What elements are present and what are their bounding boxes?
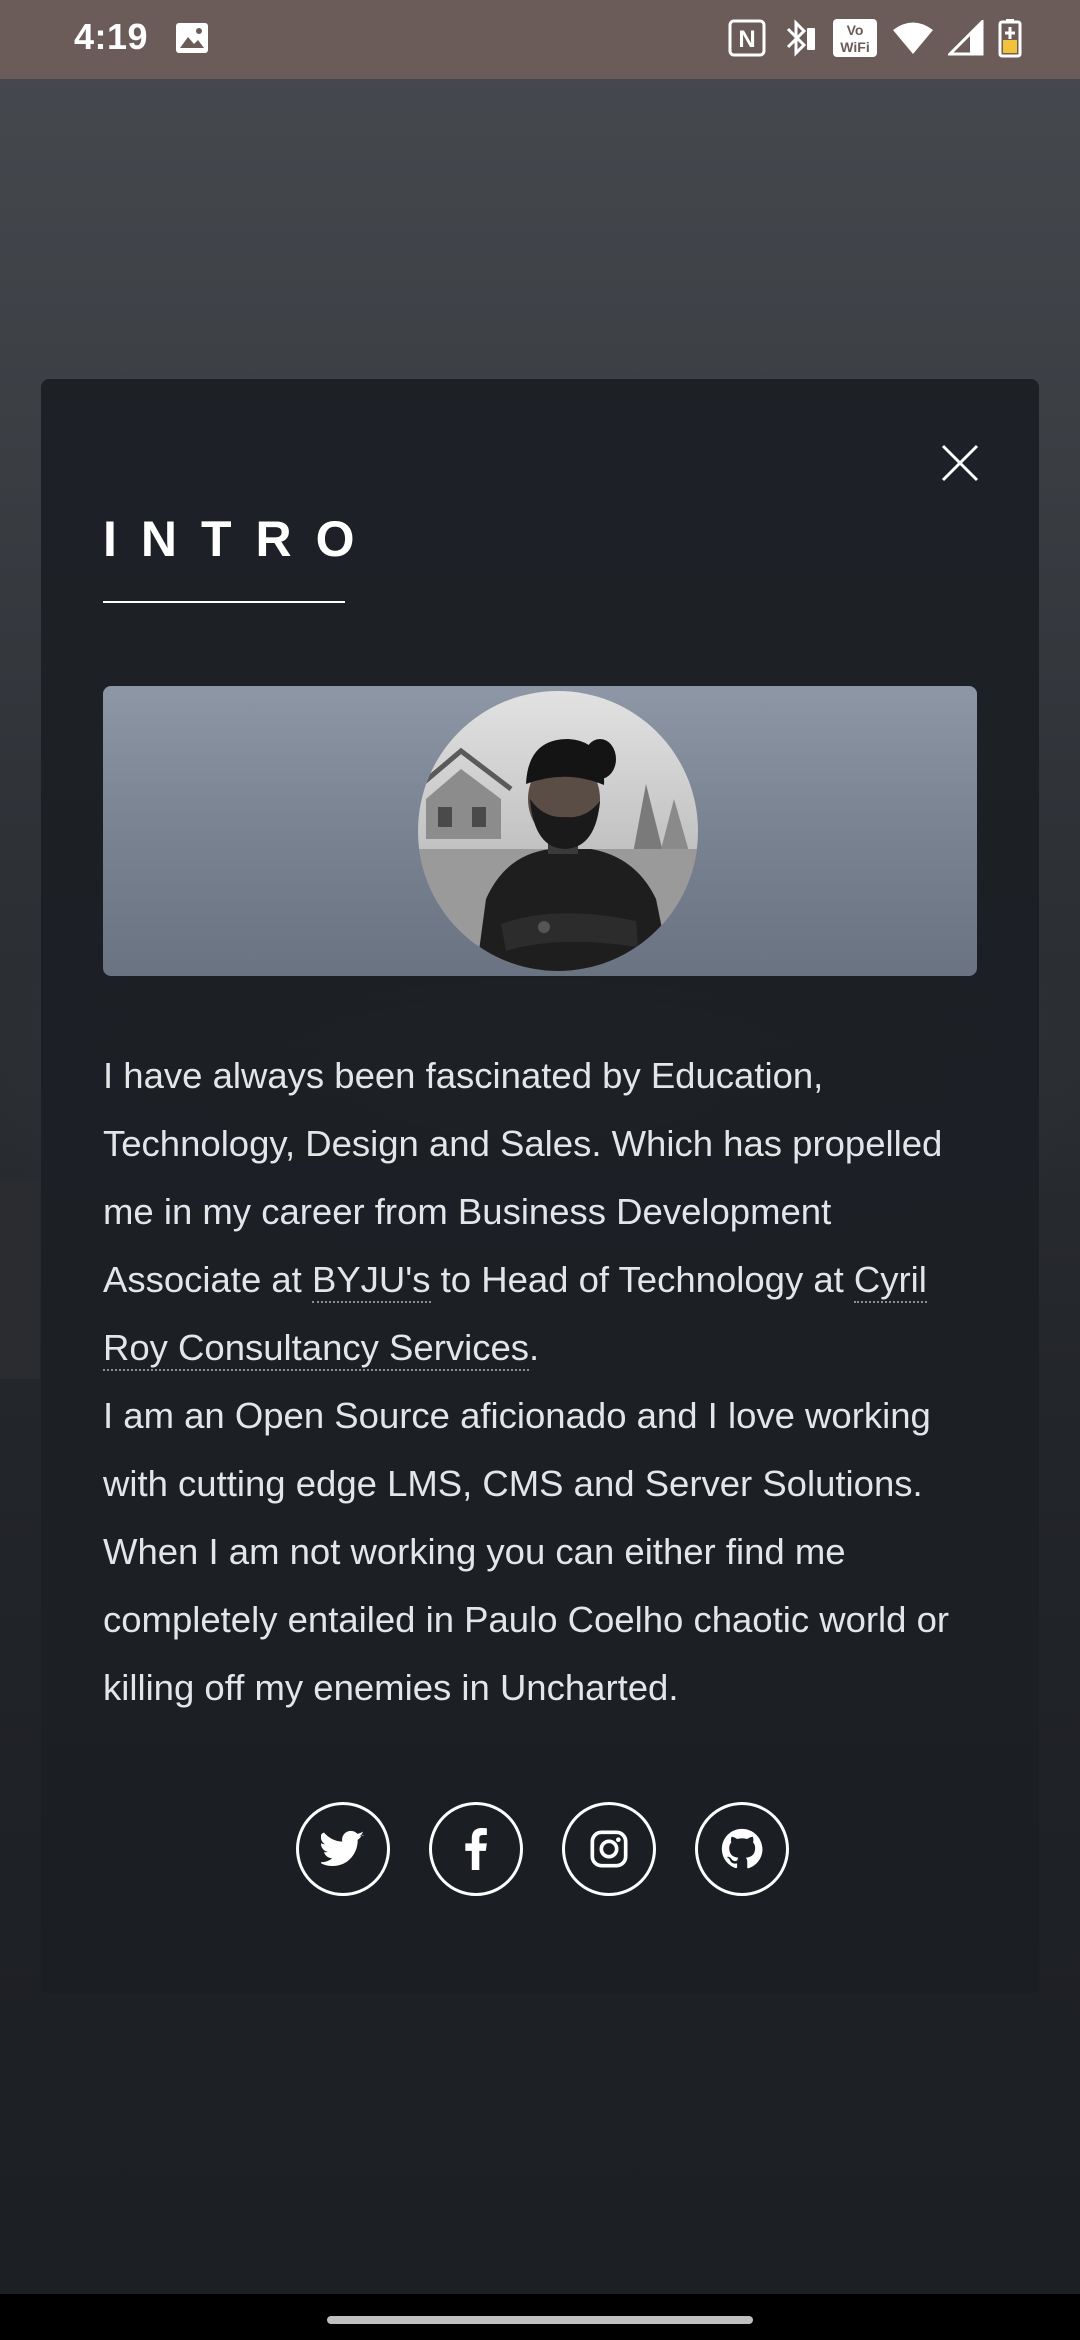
svg-text:Vo: Vo [847,22,864,38]
byjus-link[interactable]: BYJU's [311,1259,431,1303]
twitter-button[interactable] [296,1802,390,1896]
bio-text-3: . [529,1327,540,1368]
twitter-icon [321,1830,365,1867]
github-button[interactable] [695,1802,789,1896]
svg-text:N: N [738,26,755,53]
signal-icon [948,20,984,56]
page-title: INTRO [103,511,379,567]
instagram-icon [590,1830,628,1868]
home-indicator[interactable] [327,2316,753,2324]
image-notification-icon [175,22,209,59]
bluetooth-icon [780,18,818,58]
status-icons: N Vo WiFi [728,18,1022,58]
bio-text-2: to Head of Technology at [430,1259,854,1300]
instagram-button[interactable] [562,1802,656,1896]
nfc-icon: N [728,19,766,57]
svg-text:WiFi: WiFi [840,39,869,55]
navigation-bar [0,2294,1080,2340]
wifi-icon [892,21,934,55]
github-icon [721,1828,763,1869]
profile-photo [418,691,698,971]
close-icon [941,444,979,482]
bio-text: I have always been fascinated by Educati… [103,1042,983,1722]
vowifi-icon: Vo WiFi [832,18,878,58]
intro-modal: INTRO I have always been fascinated by E… [41,379,1039,1994]
social-links [296,1802,789,1896]
title-underline [103,601,345,603]
photo-banner [103,686,977,976]
close-button[interactable] [931,434,991,494]
background-edge-left [0,1179,40,1379]
status-bar: 4:19 N Vo WiFi [0,0,1080,79]
bio-text-4: I am an Open Source aficionado and I lov… [103,1395,950,1708]
facebook-button[interactable] [429,1802,523,1896]
battery-charging-icon [998,18,1022,58]
facebook-icon [465,1828,487,1870]
status-time: 4:19 [74,16,149,57]
